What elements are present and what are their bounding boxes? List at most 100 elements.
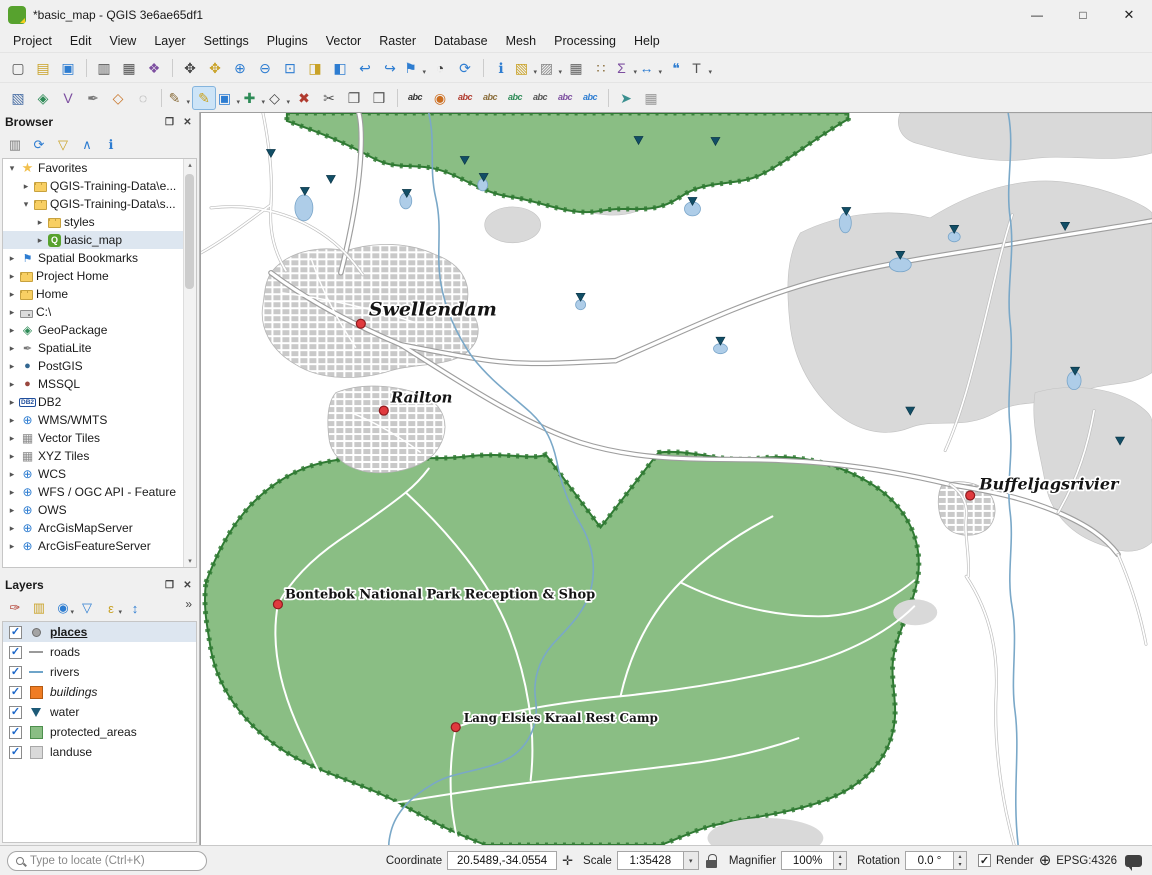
field-calculator-icon[interactable]: ∷ bbox=[589, 56, 613, 80]
style-manager-icon[interactable]: ❖ bbox=[142, 56, 166, 80]
browser-tree-item[interactable]: ▸ WFS / OGC API - Feature bbox=[3, 483, 196, 501]
epsg-badge[interactable]: EPSG:4326 bbox=[1056, 855, 1117, 867]
menu-item[interactable]: Mesh bbox=[497, 32, 546, 50]
layer-visibility-checkbox[interactable] bbox=[9, 726, 22, 739]
expander-icon[interactable]: ▸ bbox=[35, 217, 45, 228]
layer-visibility-checkbox[interactable] bbox=[9, 686, 22, 699]
browser-tree-item[interactable]: ▸ XYZ Tiles bbox=[3, 447, 196, 465]
pin-labels-icon[interactable]: abc bbox=[478, 86, 502, 110]
menu-item[interactable]: Raster bbox=[370, 32, 425, 50]
copy-features-icon[interactable]: ❐ bbox=[342, 86, 366, 110]
zoom-full-icon[interactable]: ⊡ bbox=[278, 56, 302, 80]
layer-visibility-checkbox[interactable] bbox=[9, 666, 22, 679]
layer-diagram-icon[interactable]: ◉ bbox=[428, 86, 452, 110]
browser-tree-item[interactable]: ▸ GeoPackage bbox=[3, 321, 196, 339]
browser-tree-item[interactable]: ▸ OWS bbox=[3, 501, 196, 519]
scale-dropdown-icon[interactable]: ▾ bbox=[683, 851, 699, 870]
zoom-next-icon[interactable]: ↪ bbox=[378, 56, 402, 80]
expander-icon[interactable]: ▸ bbox=[7, 253, 17, 264]
rotate-label-icon[interactable]: abc bbox=[553, 86, 577, 110]
paste-features-icon[interactable]: ❒ bbox=[367, 86, 391, 110]
zoom-in-icon[interactable]: ⊕ bbox=[228, 56, 252, 80]
expander-icon[interactable]: ▸ bbox=[7, 361, 17, 372]
data-source-manager-icon[interactable]: ▧ bbox=[6, 86, 30, 110]
open-layer-styling-icon[interactable]: ✑ bbox=[5, 598, 25, 618]
browser-tree-item[interactable]: ▸ WMS/WMTS bbox=[3, 411, 196, 429]
browser-tree-item[interactable]: ▸ basic_map bbox=[3, 231, 196, 249]
new-project-icon[interactable]: ▢ bbox=[6, 56, 30, 80]
magnifier-input[interactable]: 100% bbox=[781, 851, 833, 870]
properties-widget-icon[interactable]: ℹ bbox=[101, 135, 121, 155]
pan-to-selection-icon[interactable]: ✥ bbox=[203, 56, 227, 80]
filter-expression-icon[interactable]: ε bbox=[101, 598, 121, 618]
expander-icon[interactable]: ▸ bbox=[7, 487, 17, 498]
scroll-down-icon[interactable]: ▾ bbox=[188, 557, 192, 565]
change-label-icon[interactable]: abc bbox=[578, 86, 602, 110]
browser-tree-item[interactable]: ▸ WCS bbox=[3, 465, 196, 483]
show-hide-labels-icon[interactable]: abc bbox=[503, 86, 527, 110]
expander-icon[interactable]: ▸ bbox=[7, 523, 17, 534]
identify-features-icon[interactable]: ℹ bbox=[489, 56, 513, 80]
browser-tree-item[interactable]: ▸ MSSQL bbox=[3, 375, 196, 393]
pan-map-icon[interactable]: ✥ bbox=[178, 56, 202, 80]
save-edits-icon[interactable]: ▣ bbox=[217, 86, 241, 110]
filter-legend-icon[interactable]: ▽ bbox=[77, 598, 97, 618]
expand-collapse-icon[interactable]: ↕ bbox=[125, 598, 145, 618]
expander-icon[interactable]: ▸ bbox=[7, 307, 17, 318]
minimize-button[interactable]: — bbox=[1014, 0, 1060, 30]
expander-icon[interactable]: ▸ bbox=[7, 325, 17, 336]
new-spatialite-layer-icon[interactable]: ✒ bbox=[81, 86, 105, 110]
menu-item[interactable]: Vector bbox=[317, 32, 370, 50]
delete-selected-icon[interactable]: ✖ bbox=[292, 86, 316, 110]
map-canvas[interactable]: Swellendam Railton Buffeljagsrivier Bont… bbox=[200, 112, 1152, 845]
expander-icon[interactable]: ▸ bbox=[7, 433, 17, 444]
layer-visibility-checkbox[interactable] bbox=[9, 706, 22, 719]
layer-visibility-checkbox[interactable] bbox=[9, 626, 22, 639]
select-features-icon[interactable]: ▧ bbox=[514, 56, 538, 80]
epsg-globe-icon[interactable]: ⊕ bbox=[1039, 853, 1052, 868]
expander-icon[interactable]: ▸ bbox=[7, 343, 17, 354]
toolbar-overflow-chevron[interactable]: » bbox=[185, 597, 195, 611]
float-panel-icon[interactable]: ❐ bbox=[163, 117, 176, 128]
menu-item[interactable]: View bbox=[100, 32, 145, 50]
layer-item[interactable]: places bbox=[3, 622, 196, 642]
refresh-icon[interactable]: ⟳ bbox=[29, 135, 49, 155]
cut-features-icon[interactable]: ✂ bbox=[317, 86, 341, 110]
browser-tree-item[interactable]: ▸ PostGIS bbox=[3, 357, 196, 375]
scale-combobox[interactable]: 1:35428 bbox=[617, 851, 683, 870]
layer-item[interactable]: landuse bbox=[3, 742, 196, 762]
browser-tree-item[interactable]: ▸ ArcGisMapServer bbox=[3, 519, 196, 537]
expander-icon[interactable]: ▸ bbox=[7, 541, 17, 552]
menu-item[interactable]: Project bbox=[4, 32, 61, 50]
toggle-editing-icon[interactable]: ✎ bbox=[192, 86, 216, 110]
expander-icon[interactable]: ▸ bbox=[7, 397, 17, 408]
browser-tree-item[interactable]: ▾ QGIS-Training-Data\s... bbox=[3, 195, 196, 213]
collapse-all-icon[interactable]: ∧ bbox=[77, 135, 97, 155]
new-geopackage-layer-icon[interactable]: ◈ bbox=[31, 86, 55, 110]
browser-tree-item[interactable]: ▸ DB2 bbox=[3, 393, 196, 411]
menu-item[interactable]: Processing bbox=[545, 32, 625, 50]
menu-item[interactable]: Layer bbox=[145, 32, 194, 50]
zoom-last-icon[interactable]: ↩ bbox=[353, 56, 377, 80]
spin-up-icon[interactable]: ▴ bbox=[834, 852, 846, 861]
browser-tree-item[interactable]: ▸ ArcGisFeatureServer bbox=[3, 537, 196, 555]
expander-icon[interactable]: ▸ bbox=[7, 451, 17, 462]
current-edits-icon[interactable]: ✎ bbox=[167, 86, 191, 110]
layer-visibility-checkbox[interactable] bbox=[9, 646, 22, 659]
highlight-labels-icon[interactable]: abc bbox=[453, 86, 477, 110]
new-virtual-layer-icon[interactable]: V bbox=[56, 86, 80, 110]
browser-tree-item[interactable]: ▸ Project Home bbox=[3, 267, 196, 285]
menu-item[interactable]: Settings bbox=[195, 32, 258, 50]
messages-icon[interactable] bbox=[1125, 855, 1142, 867]
filter-browser-icon[interactable]: ▽ bbox=[53, 135, 73, 155]
expander-icon[interactable]: ▸ bbox=[7, 379, 17, 390]
expander-icon[interactable]: ▸ bbox=[35, 235, 45, 246]
lock-scale-icon[interactable] bbox=[706, 854, 717, 868]
expander-icon[interactable]: ▸ bbox=[7, 271, 17, 282]
add-point-feature-icon[interactable]: ✚ bbox=[242, 86, 266, 110]
scrollbar-thumb[interactable] bbox=[185, 174, 194, 289]
new-shapefile-layer-icon[interactable]: ◇ bbox=[106, 86, 130, 110]
osm-search-icon[interactable]: ➤ bbox=[614, 86, 638, 110]
close-button[interactable]: ✕ bbox=[1106, 0, 1152, 30]
zoom-to-layer-icon[interactable]: ◧ bbox=[328, 56, 352, 80]
